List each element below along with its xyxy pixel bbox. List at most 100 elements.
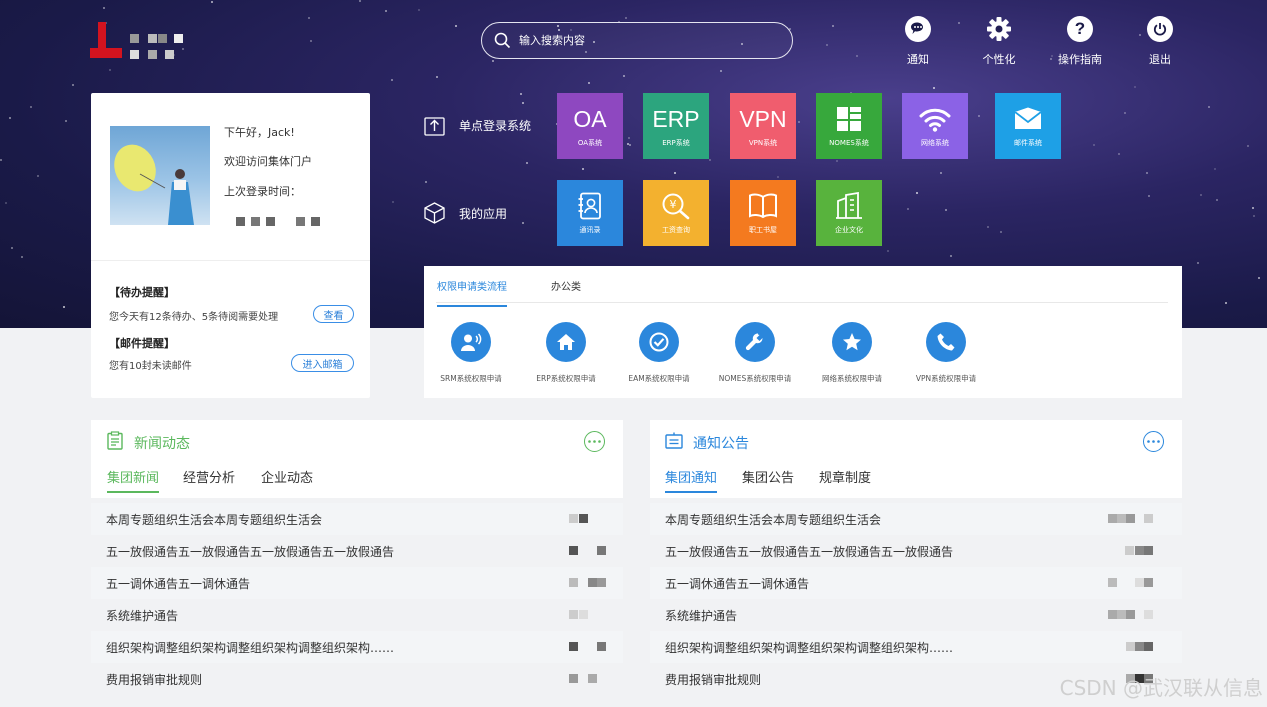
list-item[interactable]: 系统维护通告 <box>650 599 1182 631</box>
tile-label: NOMES系统 <box>829 138 869 147</box>
apps-row-label: 我的应用 <box>424 202 507 224</box>
apply-item-label: 网络系统权限申请 <box>822 374 882 383</box>
star-dot <box>622 74 625 77</box>
nav-label: 退出 <box>1149 53 1171 66</box>
news-title: 新闻动态 <box>134 436 190 452</box>
sso-tile[interactable]: 网络系统 <box>902 93 968 159</box>
tile-title: VPN <box>739 105 787 132</box>
nav-guide[interactable]: ? 操作指南 <box>1050 16 1110 67</box>
news-tab-group[interactable]: 集团新闻 <box>107 467 160 493</box>
search-input[interactable] <box>519 34 769 47</box>
list-item-title: 五一调休通告五一调休通告 <box>106 576 251 591</box>
list-item[interactable]: 五一放假通告五一放假通告五一放假通告五一放假通告 <box>91 535 623 567</box>
app-tile[interactable]: 企业文化 <box>816 180 882 246</box>
apply-item-label: SRM系统权限申请 <box>440 374 502 383</box>
star-dot <box>582 168 584 171</box>
notice-tab-group-notice[interactable]: 集团通知 <box>665 467 718 493</box>
list-item[interactable]: 五一放假通告五一放假通告五一放假通告五一放假通告 <box>650 535 1182 567</box>
news-tab-enterprise[interactable]: 企业动态 <box>261 467 313 491</box>
apply-item[interactable]: VPN系统权限申请 <box>896 322 996 384</box>
sso-tile[interactable]: ERP ERP系统 <box>643 93 709 159</box>
notice-more-button[interactable] <box>1143 431 1164 452</box>
nav-notifications[interactable]: 通知 <box>888 16 948 67</box>
app-tile[interactable]: ¥ 工资查询 <box>643 180 709 246</box>
apply-item[interactable]: 网络系统权限申请 <box>802 322 902 384</box>
apply-item-label: ERP系统权限申请 <box>536 374 596 383</box>
list-item[interactable]: 组织架构调整组织架构调整组织架构调整组织架构…… <box>650 631 1182 663</box>
star-dot <box>1216 198 1219 201</box>
star-dot <box>1123 112 1126 115</box>
star-dot <box>628 144 631 147</box>
list-item[interactable]: 五一调休通告五一调休通告 <box>91 567 623 599</box>
star-dot <box>836 160 839 163</box>
last-login-value <box>236 217 320 226</box>
star-dot <box>308 16 311 19</box>
sso-tile[interactable]: OA OA系统 <box>557 93 623 159</box>
mail-icon <box>1013 105 1043 133</box>
star-dot <box>940 171 943 174</box>
star-dot <box>932 86 935 89</box>
news-clipboard-icon <box>107 431 123 450</box>
news-more-button[interactable] <box>584 431 605 452</box>
star-dot <box>525 162 528 165</box>
notice-list: 本周专题组织生活会本周专题组织生活会 五一放假通告五一放假通告五一放假通告五一放假… <box>650 503 1182 695</box>
list-item[interactable]: 本周专题组织生活会本周专题组织生活会 <box>91 503 623 535</box>
list-item[interactable]: 费用报销审批规则 <box>91 663 623 695</box>
apply-item[interactable]: NOMES系统权限申请 <box>705 322 805 384</box>
tile-label: ERP系统 <box>662 138 690 147</box>
list-item-title: 本周专题组织生活会本周专题组织生活会 <box>106 512 323 527</box>
search-bar[interactable] <box>481 22 793 59</box>
user-voice-icon <box>451 322 491 362</box>
tile-label: 企业文化 <box>835 225 863 234</box>
list-item[interactable]: 组织架构调整组织架构调整组织架构调整组织架构…… <box>91 631 623 663</box>
nav-label: 个性化 <box>982 53 1016 66</box>
check-circle-icon <box>639 322 679 362</box>
tile-title: OA <box>573 105 607 132</box>
power-icon <box>1147 16 1173 42</box>
star-dot <box>825 44 828 47</box>
star-dot <box>454 25 457 28</box>
star-dot <box>384 9 387 12</box>
view-todo-button[interactable]: 查看 <box>313 305 354 323</box>
star-dot <box>30 105 33 108</box>
star-dot <box>1092 143 1095 146</box>
apply-item[interactable]: ERP系统权限申请 <box>516 322 616 384</box>
tile-label: 工资查询 <box>662 225 690 234</box>
salary-search-icon: ¥ <box>661 192 691 220</box>
star-dot <box>1246 145 1249 148</box>
more-dots-icon <box>1147 440 1160 443</box>
star-dot <box>999 230 1002 233</box>
tab-office[interactable]: 办公类 <box>551 278 581 293</box>
notice-tab-regulations[interactable]: 规章制度 <box>819 467 871 491</box>
chat-bubble-icon <box>905 16 931 42</box>
apply-panel: 权限申请类流程 办公类 SRM系统权限申请 ERP系统权限申请 EAM系统权限申请 N… <box>424 266 1182 398</box>
sso-tile[interactable]: VPN VPN系统 <box>730 93 796 159</box>
apply-item[interactable]: SRM系统权限申请 <box>421 322 521 384</box>
home-icon <box>546 322 586 362</box>
star-dot <box>1258 276 1261 279</box>
list-item[interactable]: 系统维护通告 <box>91 599 623 631</box>
sso-tile[interactable]: 邮件系统 <box>995 93 1061 159</box>
sso-tile[interactable]: NOMES系统 <box>816 93 882 159</box>
wrench-icon <box>735 322 775 362</box>
list-item[interactable]: 本周专题组织生活会本周专题组织生活会 <box>650 503 1182 535</box>
star-dot <box>103 6 106 9</box>
news-tab-analysis[interactable]: 经营分析 <box>183 467 235 491</box>
app-tile[interactable]: 通讯录 <box>557 180 623 246</box>
list-item[interactable]: 五一调休通告五一调休通告 <box>650 567 1182 599</box>
star-dot <box>492 59 495 62</box>
open-mailbox-button[interactable]: 进入邮箱 <box>291 354 354 372</box>
nav-personalize[interactable]: 个性化 <box>969 16 1029 67</box>
notice-tab-group-announcement[interactable]: 集团公告 <box>742 467 794 491</box>
avatar <box>110 126 210 225</box>
star-dot <box>945 208 948 211</box>
star-dot <box>588 81 591 84</box>
grid-layout-icon <box>835 105 863 133</box>
list-item-title: 五一调休通告五一调休通告 <box>665 576 810 591</box>
app-tile[interactable]: 职工书屋 <box>730 180 796 246</box>
apply-item[interactable]: EAM系统权限申请 <box>609 322 709 384</box>
star-dot <box>1252 214 1255 217</box>
greeting-text: 下午好，Jack! <box>224 126 295 139</box>
nav-logout[interactable]: 退出 <box>1130 16 1190 67</box>
logo <box>90 22 190 62</box>
